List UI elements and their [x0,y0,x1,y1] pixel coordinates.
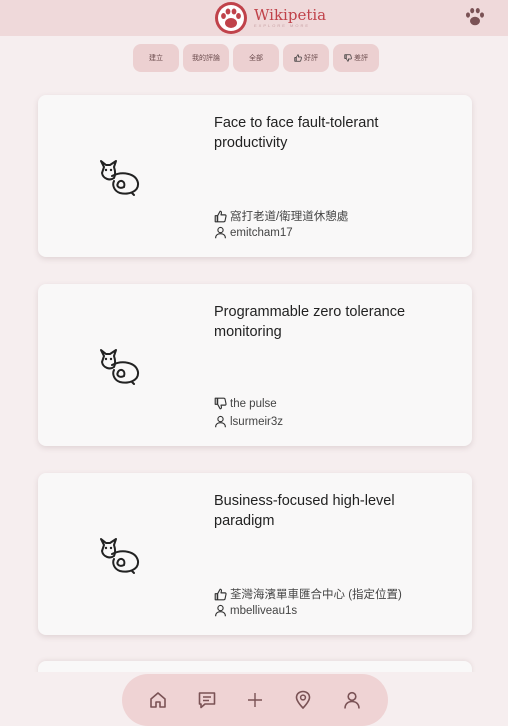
app-logo[interactable]: Wikipetia EXPLORE MORE [214,1,326,35]
thumbs-up-icon [214,588,227,601]
cat-icon [98,346,142,386]
review-title: Business-focused high-level paradigm [214,493,395,529]
filter-label: 好評 [304,54,318,62]
filter-all[interactable]: 全部 [233,44,279,72]
username: emitcham17 [230,226,293,239]
username: mbelliveau1s [230,604,298,617]
plus-icon [247,693,262,707]
review-card[interactable]: Business-focused high-level paradigm 荃灣海… [38,473,472,635]
nav-profile[interactable] [339,687,365,713]
review-title: Programmable zero tolerance monitoring [214,304,406,340]
comment-icon [198,692,215,709]
filter-label: 差評 [354,54,368,62]
filter-good[interactable]: 好評 [283,44,329,72]
user-icon [214,226,227,239]
nav-comments[interactable] [194,687,220,713]
user-icon [343,691,360,709]
review-place: 荃灣海濱單車匯合中心 (指定位置) [214,586,464,602]
filter-bad[interactable]: 差評 [333,44,379,72]
username: lsurmeir3z [230,415,284,428]
place-name: 窩打老道/衛理道休憩處 [230,211,349,223]
bottom-navigation [122,674,388,726]
cat-icon [98,157,142,197]
thumbs-up-icon [214,210,227,223]
filter-my-reviews[interactable]: 我的評論 [183,44,229,72]
home-icon [150,692,166,708]
review-user: emitcham17 [214,226,293,239]
place-name: the pulse [230,397,277,410]
review-feed: Face to face fault-tolerant productivity… [38,95,472,662]
paw-icon [215,2,247,34]
filter-chips: 建立 我的評論 全部 好評 差評 [133,44,379,72]
user-icon [214,415,227,428]
review-place: 窩打老道/衛理道休憩處 [214,208,464,224]
review-title: Face to face fault-tolerant productivity [214,115,379,151]
place-name: 荃灣海濱單車匯合中心 (指定位置) [230,589,402,601]
thumbs-down-icon [214,397,227,410]
review-place: the pulse [214,397,464,410]
logo-text: Wikipetia EXPLORE MORE [254,7,326,29]
nav-map[interactable] [290,687,316,713]
location-pin-icon [296,690,311,710]
review-card[interactable]: Programmable zero tolerance monitoring t… [38,284,472,446]
filter-label: 全部 [249,54,263,62]
app-tagline: EXPLORE MORE [254,23,311,28]
cat-icon [98,535,142,575]
review-card[interactable]: Face to face fault-tolerant productivity… [38,95,472,257]
thumbs-down-icon [344,54,352,62]
nav-add[interactable] [242,687,268,713]
filter-create[interactable]: 建立 [133,44,179,72]
filter-label: 建立 [149,54,163,62]
review-user: mbelliveau1s [214,604,297,617]
nav-home[interactable] [145,687,171,713]
paw-icon[interactable] [464,6,486,28]
filter-label: 我的評論 [192,54,220,62]
user-icon [214,604,227,617]
top-app-bar: Wikipetia EXPLORE MORE [0,0,508,36]
review-user: lsurmeir3z [214,415,283,428]
app-title: Wikipetia [254,6,327,24]
thumbs-up-icon [294,54,302,62]
